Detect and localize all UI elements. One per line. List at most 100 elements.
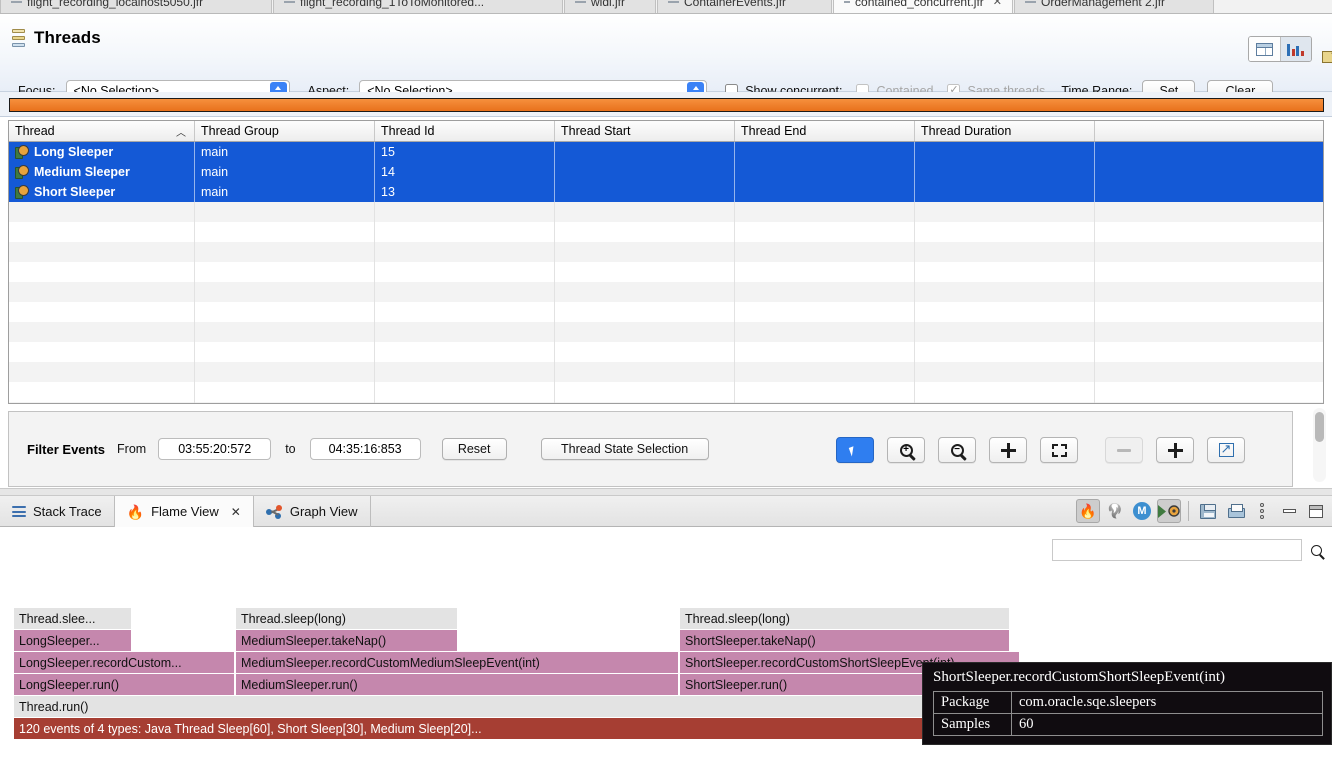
gear-shape <box>1168 505 1180 517</box>
zoom-in-button[interactable]: + <box>887 437 925 463</box>
editor-tab[interactable]: ContainerEvents.jfr <box>657 0 832 13</box>
table-empty-cell <box>9 262 195 282</box>
bottom-tab-graph-view[interactable]: Graph View <box>254 496 371 527</box>
table-empty-cell <box>915 202 1095 222</box>
minimize-button[interactable] <box>1277 499 1301 523</box>
table-row[interactable]: Short Sleepermain13 <box>9 182 1323 202</box>
editor-tab-strip: flight_recording_localhost5050.jfrflight… <box>0 0 1332 14</box>
table-empty-cell <box>555 342 735 362</box>
flame-frame[interactable]: MediumSleeper.recordCustomMediumSleepEve… <box>236 652 679 673</box>
table-empty-cell <box>915 222 1095 242</box>
flame-view-toolbar: 🔥 🔥 M <box>1076 499 1328 523</box>
column-header[interactable]: Thread Id <box>375 121 555 141</box>
cell-thread-name: Long Sleeper <box>9 142 195 162</box>
editor-tab[interactable]: flight_recording_localhost5050.jfr <box>0 0 272 13</box>
filter-reset-button[interactable]: Reset <box>442 438 507 460</box>
table-empty-cell <box>735 402 915 404</box>
threads-page-header: Threads Focus: <No Selection> Aspect: <box>0 14 1332 92</box>
flame-frame[interactable]: MediumSleeper.run() <box>236 674 679 695</box>
table-empty-cell <box>195 242 375 262</box>
flame-frame[interactable]: LongSleeper... <box>14 630 132 651</box>
zoom-out-icon: − <box>951 444 964 457</box>
column-header-label: Thread End <box>741 124 806 138</box>
thread-settings-button[interactable] <box>1157 499 1181 523</box>
divider <box>0 116 1332 117</box>
increase-button[interactable] <box>1156 437 1194 463</box>
table-empty-cell <box>375 302 555 322</box>
jmc-threads-window: flight_recording_localhost5050.jfrflight… <box>0 0 1332 768</box>
memory-button[interactable]: M <box>1130 499 1154 523</box>
flame-frame[interactable]: Thread.slee... <box>14 608 132 629</box>
maximize-button[interactable] <box>1304 499 1328 523</box>
table-empty-row <box>9 302 1323 322</box>
save-icon <box>1200 504 1216 519</box>
flame-frame[interactable]: ShortSleeper.takeNap() <box>680 630 1010 651</box>
table-empty-cell <box>9 342 195 362</box>
from-time-input[interactable]: 03:55:20:572 <box>158 438 271 460</box>
bar-chart-icon <box>1287 42 1305 56</box>
more-options-button[interactable] <box>1250 499 1274 523</box>
table-empty-cell <box>915 262 1095 282</box>
flame-mode-button[interactable]: 🔥 <box>1076 499 1100 523</box>
table-row[interactable]: Long Sleepermain15 <box>9 142 1323 162</box>
table-cell <box>915 162 1095 182</box>
to-time-input[interactable]: 04:35:16:853 <box>310 438 421 460</box>
editor-tab[interactable]: OrderManagement 2.jfr <box>1014 0 1214 13</box>
thread-state-selection-button[interactable]: Thread State Selection <box>541 438 709 460</box>
search-input[interactable] <box>1052 539 1302 561</box>
flame-frame[interactable]: Thread.run() <box>14 696 1020 717</box>
flame-frame[interactable]: MediumSleeper.takeNap() <box>236 630 458 651</box>
table-empty-cell <box>555 242 735 262</box>
column-header[interactable]: Thread Group <box>195 121 375 141</box>
table-empty-cell <box>555 202 735 222</box>
search-icon[interactable] <box>1311 545 1322 556</box>
table-row[interactable]: Medium Sleepermain14 <box>9 162 1323 182</box>
flame-frame[interactable]: LongSleeper.recordCustom... <box>14 652 235 673</box>
bottom-tab-stack-trace[interactable]: Stack Trace <box>0 496 115 527</box>
move-cross-icon <box>1001 443 1016 458</box>
file-icon <box>11 1 22 3</box>
select-tool-button[interactable] <box>836 437 874 463</box>
chart-view-button[interactable] <box>1280 37 1311 61</box>
view-mode-group <box>1248 36 1312 62</box>
column-header[interactable]: Thread Duration <box>915 121 1095 141</box>
close-icon[interactable]: ✕ <box>231 505 241 519</box>
fit-to-screen-button[interactable] <box>1040 437 1078 463</box>
cell-thread-name: Medium Sleeper <box>9 162 195 182</box>
editor-tab[interactable]: contained_concurrent.jfr✕ <box>833 0 1013 13</box>
panel-divider[interactable] <box>0 488 1332 496</box>
m-circle-icon: M <box>1133 502 1151 520</box>
column-header[interactable] <box>1095 121 1323 141</box>
editor-tab[interactable]: flight_recording_1ToToMonitored... <box>273 0 563 13</box>
table-empty-cell <box>1095 282 1323 302</box>
table-view-button[interactable] <box>1249 37 1280 61</box>
open-external-button[interactable] <box>1207 437 1245 463</box>
table-empty-cell <box>9 302 195 322</box>
icicle-mode-button[interactable]: 🔥 <box>1103 499 1127 523</box>
flame-frame[interactable]: LongSleeper.run() <box>14 674 235 695</box>
pan-button[interactable] <box>989 437 1027 463</box>
table-empty-cell <box>9 322 195 342</box>
flame-icon: 🔥 <box>1079 504 1096 518</box>
table-empty-cell <box>1095 342 1323 362</box>
print-button[interactable] <box>1223 499 1247 523</box>
scrollbar-thumb[interactable] <box>1315 412 1324 442</box>
table-empty-cell <box>375 382 555 402</box>
editor-tab[interactable]: wldi.jfr <box>564 0 656 13</box>
flame-frame[interactable]: Thread.sleep(long) <box>236 608 458 629</box>
table-empty-cell <box>735 362 915 382</box>
column-header[interactable]: Thread Start <box>555 121 735 141</box>
table-empty-cell <box>1095 322 1323 342</box>
column-header-label: Thread Group <box>201 124 279 138</box>
table-vertical-scrollbar[interactable] <box>1313 408 1326 482</box>
bottom-tab-flame-view[interactable]: 🔥Flame View✕ <box>115 496 254 527</box>
timeline-band[interactable] <box>9 98 1324 112</box>
save-button[interactable] <box>1196 499 1220 523</box>
zoom-out-button[interactable]: − <box>938 437 976 463</box>
column-header[interactable]: Thread End <box>735 121 915 141</box>
table-empty-cell <box>195 322 375 342</box>
table-empty-cell <box>735 202 915 222</box>
close-icon[interactable]: ✕ <box>993 0 1002 8</box>
column-header[interactable]: Thread︿ <box>9 121 195 141</box>
flame-frame[interactable]: Thread.sleep(long) <box>680 608 1010 629</box>
